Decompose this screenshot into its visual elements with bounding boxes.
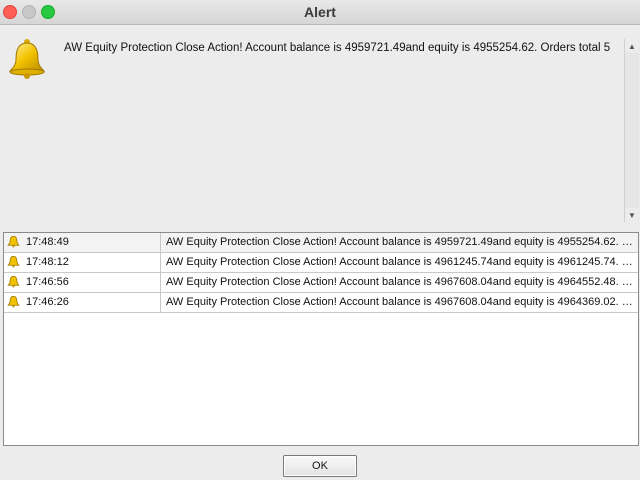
column-divider bbox=[160, 253, 161, 272]
log-message: AW Equity Protection Close Action! Accou… bbox=[166, 296, 634, 308]
ok-button[interactable]: OK bbox=[283, 455, 357, 477]
window-title: Alert bbox=[304, 4, 336, 20]
column-divider bbox=[160, 233, 161, 252]
bell-icon bbox=[7, 255, 20, 269]
alert-window: Alert AW Equity Protection Close Action!… bbox=[0, 0, 640, 480]
bell-icon bbox=[7, 275, 20, 289]
log-message: AW Equity Protection Close Action! Accou… bbox=[166, 256, 634, 268]
log-time: 17:46:26 bbox=[26, 296, 69, 308]
current-message-area: AW Equity Protection Close Action! Accou… bbox=[0, 25, 640, 228]
log-message: AW Equity Protection Close Action! Accou… bbox=[166, 236, 634, 248]
bell-icon bbox=[7, 295, 20, 309]
column-divider bbox=[160, 293, 161, 312]
log-time: 17:48:12 bbox=[26, 256, 69, 268]
log-row[interactable]: 17:48:12 AW Equity Protection Close Actio… bbox=[4, 253, 638, 273]
current-message-text: AW Equity Protection Close Action! Accou… bbox=[64, 42, 611, 54]
title-bar[interactable]: Alert bbox=[0, 0, 640, 25]
log-time: 17:46:56 bbox=[26, 276, 69, 288]
log-time: 17:48:49 bbox=[26, 236, 69, 248]
log-message: AW Equity Protection Close Action! Accou… bbox=[166, 276, 634, 288]
bell-icon bbox=[8, 39, 46, 79]
scroll-down-icon[interactable]: ▼ bbox=[625, 208, 639, 222]
bell-icon bbox=[7, 235, 20, 249]
column-divider bbox=[160, 273, 161, 292]
alert-log-list: 17:48:49 AW Equity Protection Close Actio… bbox=[3, 232, 639, 446]
log-row[interactable]: 17:46:56 AW Equity Protection Close Actio… bbox=[4, 273, 638, 293]
scroll-up-icon[interactable]: ▲ bbox=[625, 39, 639, 53]
message-scrollbar[interactable]: ▲ ▼ bbox=[624, 39, 639, 222]
log-row[interactable]: 17:46:26 AW Equity Protection Close Actio… bbox=[4, 293, 638, 313]
log-row[interactable]: 17:48:49 AW Equity Protection Close Actio… bbox=[4, 233, 638, 253]
